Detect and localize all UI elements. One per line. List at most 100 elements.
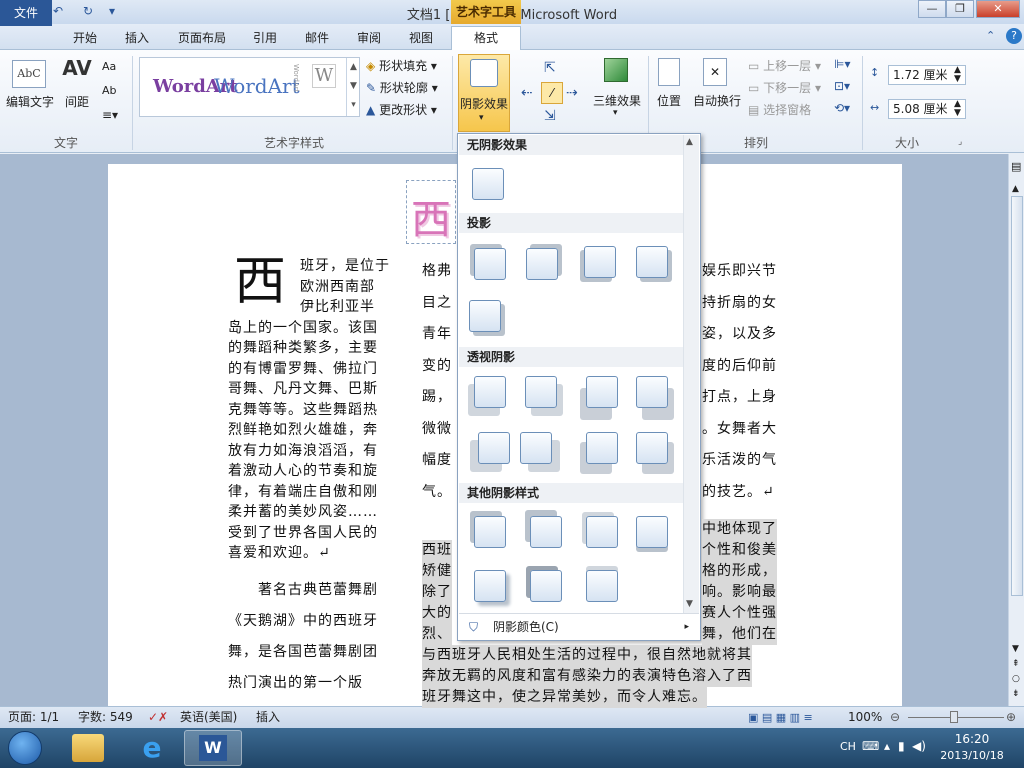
network-icon[interactable]: ▮ [898,739,905,753]
page-indicator[interactable]: 页面: 1/1 [8,707,59,728]
drop-shadow-option-3[interactable] [584,246,616,278]
wordart-sample-2[interactable]: WordArt [214,74,300,98]
tab-references[interactable]: 引用 [246,27,284,50]
other-shadow-option-3[interactable] [586,516,618,548]
tab-view[interactable]: 视图 [402,27,440,50]
file-explorer-icon[interactable] [72,734,104,762]
position-button[interactable]: 位置 [652,92,686,109]
scroll-up-icon[interactable]: ▲ [686,137,693,147]
next-page-icon[interactable]: ⇟ [1012,689,1020,699]
proofing-icon[interactable]: ✓✗ [148,707,168,728]
shadow-toggle-icon[interactable]: ⁄ [541,82,563,104]
rotate-button[interactable]: ⟲▾ [834,101,850,115]
word-taskbar-button[interactable]: W [184,730,242,766]
nudge-up-icon[interactable]: ⇱ [544,60,556,76]
other-shadow-option-5[interactable] [474,570,506,602]
shadow-effect-button[interactable]: 阴影效果 ▾ [458,54,510,132]
start-button[interactable] [8,731,42,765]
drop-shadow-option-5[interactable] [469,300,501,332]
zoom-out-icon[interactable]: ⊖ [890,707,900,728]
close-button[interactable]: ✕ [976,0,1020,18]
nudge-right-icon[interactable]: ⇢ [566,85,578,101]
tab-review[interactable]: 审阅 [350,27,388,50]
clock-time[interactable]: 16:20 [940,732,1004,746]
other-shadow-option-4[interactable] [636,516,668,548]
insert-mode[interactable]: 插入 [256,707,280,728]
other-shadow-option-2[interactable] [530,516,562,548]
zoom-slider-thumb[interactable] [950,711,958,723]
change-shape-button[interactable]: ▲ 更改形状 ▾ [366,101,437,118]
word-count[interactable]: 字数: 549 [78,707,133,728]
view-mode-icons[interactable]: ▣ ▤ ▦ ▥ ≡ [748,707,813,728]
auto-wrap-button[interactable]: 自动换行 [692,92,742,109]
menu-scrollbar[interactable]: ▲ ▼ [683,135,699,613]
help-icon[interactable]: ? [1006,28,1022,44]
tab-page-layout[interactable]: 页面布局 [170,27,234,50]
vertical-text-icon[interactable]: Ab [102,84,117,97]
volume-icon[interactable]: ◀) [912,739,926,753]
width-spinner[interactable]: ▲ ▼ [954,100,961,118]
minimize-button[interactable]: — [918,0,946,18]
drop-shadow-option-1[interactable] [474,248,506,280]
browse-object-icon[interactable]: ○ [1012,674,1020,684]
no-shadow-option[interactable] [472,168,504,200]
tab-format[interactable]: 格式 [451,26,521,50]
keyboard-icon[interactable]: ⌨ [862,739,879,753]
shape-outline-button[interactable]: ✎ 形状轮廓 ▾ [366,79,438,96]
perspective-option-2[interactable] [525,376,557,408]
perspective-option-4[interactable] [636,376,668,408]
drop-shadow-option-2[interactable] [526,248,558,280]
zoom-level[interactable]: 100% [848,707,882,728]
other-shadow-option-7[interactable] [586,570,618,602]
drop-shadow-option-4[interactable] [636,246,668,278]
wordart-sample-3[interactable]: WordArt [292,64,300,92]
edit-text-button[interactable]: 编辑文字 [4,93,56,110]
selection-pane-button[interactable]: ▤ 选择窗格 [748,101,811,118]
perspective-option-5[interactable] [478,432,510,464]
tab-file[interactable]: 文件 [0,0,52,26]
zoom-in-icon[interactable]: ⊕ [1006,707,1016,728]
dialog-launcher-icon[interactable]: ⌟ [958,137,962,147]
nudge-left-icon[interactable]: ⇠ [521,85,533,101]
gallery-scroll-icon[interactable]: ▲ ▼ ▾ [346,58,360,116]
bring-forward-button[interactable]: ▭ 上移一层 ▾ [748,57,821,74]
align-text-icon[interactable]: ≡▾ [102,108,118,122]
perspective-option-7[interactable] [586,432,618,464]
3d-effect-button[interactable]: 三维效果 [592,92,642,109]
perspective-option-6[interactable] [520,432,552,464]
scroll-down-icon[interactable]: ▼ [686,599,693,609]
scroll-thumb[interactable] [1011,196,1023,596]
show-hidden-icons[interactable]: ▴ [884,739,890,753]
tab-home[interactable]: 开始 [66,27,104,50]
internet-explorer-icon[interactable]: e [136,732,168,764]
ime-indicator[interactable]: CH [840,740,856,753]
tab-insert[interactable]: 插入 [118,27,156,50]
nudge-down-icon[interactable]: ⇲ [544,108,556,124]
perspective-option-1[interactable] [474,376,506,408]
align-button[interactable]: ⊫▾ [834,57,850,71]
height-spinner[interactable]: ▲ ▼ [954,66,961,84]
scroll-up-icon[interactable]: ▲ [1012,184,1019,194]
vertical-scrollbar[interactable]: ▤ ▲ ▼ ⇞ ○ ⇟ [1008,154,1024,706]
clock-date[interactable]: 2013/10/18 [934,749,1010,762]
wordart-sample-4[interactable]: W [312,64,336,88]
other-shadow-option-1[interactable] [474,516,506,548]
collapse-ribbon-icon[interactable]: ⌃ [986,29,1000,43]
even-height-icon[interactable]: Aa [102,60,116,73]
wordart-object[interactable]: 西 [406,180,456,244]
shape-fill-button[interactable]: ◈ 形状填充 ▾ [366,57,437,74]
maximize-button[interactable]: ❐ [946,0,974,18]
language-indicator[interactable]: 英语(美国) [180,707,237,728]
scroll-down-icon[interactable]: ▼ [1012,644,1019,654]
ruler-toggle-icon[interactable]: ▤ [1011,160,1021,173]
perspective-option-8[interactable] [636,432,668,464]
wordart-style-gallery[interactable]: WordArt WordArt WordArt W ▲ ▼ ▾ [139,57,360,117]
other-shadow-option-6[interactable] [530,570,562,602]
prev-page-icon[interactable]: ⇞ [1012,659,1020,669]
send-backward-button[interactable]: ▭ 下移一层 ▾ [748,79,821,96]
shadow-color-menu-item[interactable]: ⛉ 阴影颜色(C) ▸ [459,613,699,640]
perspective-option-3[interactable] [586,376,618,408]
group-button[interactable]: ⊡▾ [834,79,850,93]
shadow-effect-menu[interactable]: 无阴影效果 投影 透视阴影 其他阴影样式 ▲ ▼ ⛉ 阴影颜色(C) ▸ [457,133,701,641]
tab-mailings[interactable]: 邮件 [298,27,336,50]
